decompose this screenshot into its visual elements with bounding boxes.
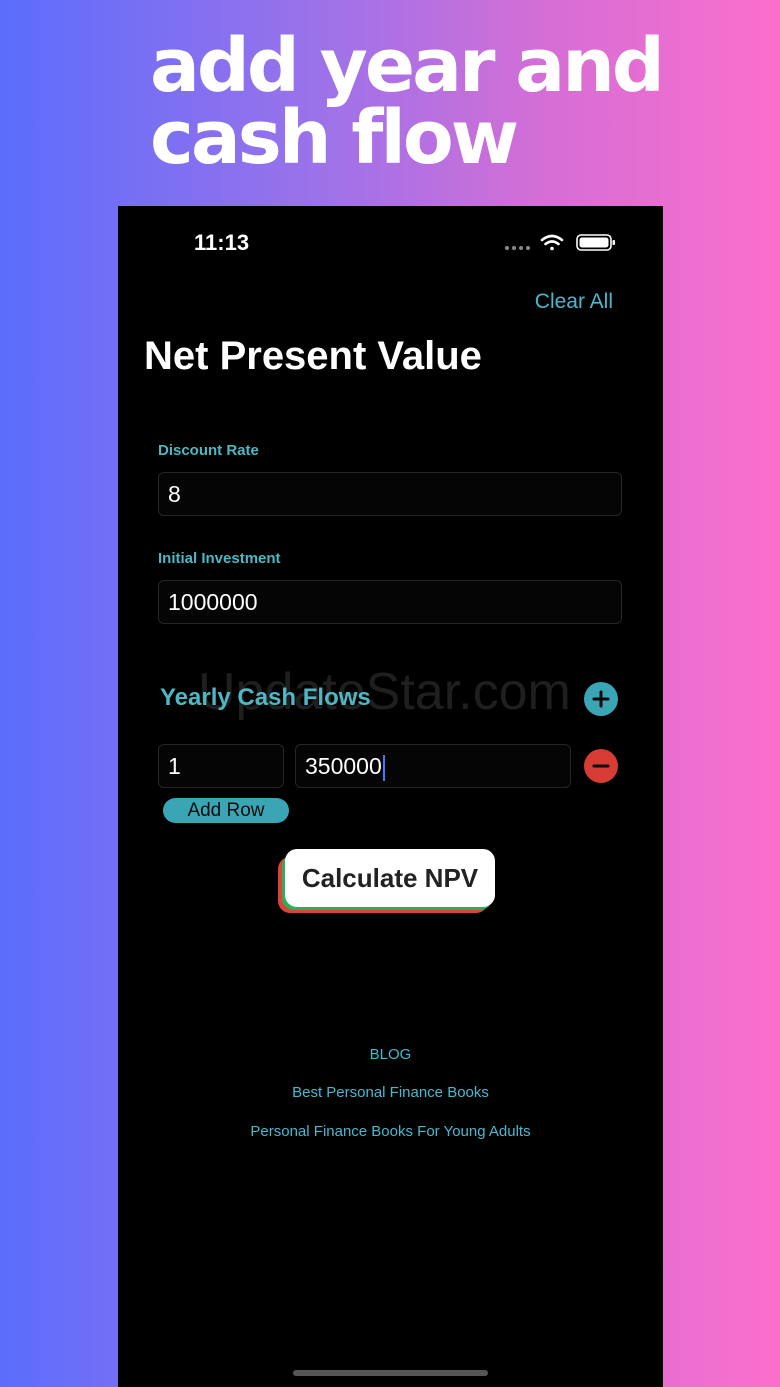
add-cash-flow-button[interactable] [584,682,618,716]
link-personal-finance-books-young-adults[interactable]: Personal Finance Books For Young Adults [118,1123,663,1140]
calculate-npv-button[interactable]: Calculate NPV [285,849,495,907]
discount-rate-value: 8 [168,481,181,507]
status-time: 11:13 [194,230,250,255]
phone-screen: 11:13 Clear All Net Present Value Discou… [118,206,663,1387]
minus-icon [592,764,610,768]
home-indicator[interactable] [293,1370,488,1376]
promo-headline: add year and cash flow [150,23,750,181]
cash-flow-year-field[interactable]: 1 [158,744,284,788]
cash-flow-year-value: 1 [168,753,181,779]
discount-rate-label: Discount Rate [158,442,259,459]
cash-flow-amount-value: 350000 [305,753,385,781]
wifi-icon [540,234,564,251]
initial-investment-value: 1000000 [168,589,258,615]
promo-line-2: cash flow [150,95,519,181]
cash-flow-amount-field[interactable]: 350000 [295,744,571,788]
yearly-cash-flows-title: Yearly Cash Flows [160,684,371,711]
clear-all-button[interactable]: Clear All [535,290,613,314]
plus-icon [592,690,610,708]
remove-row-button[interactable] [584,749,618,783]
status-icons [504,232,616,258]
battery-icon [576,234,615,251]
page-title: Net Present Value [144,334,482,378]
add-row-button[interactable]: Add Row [163,798,289,823]
link-best-personal-finance-books[interactable]: Best Personal Finance Books [118,1084,663,1101]
link-blog[interactable]: BLOG [118,1046,663,1063]
discount-rate-field[interactable]: 8 [158,472,622,516]
initial-investment-label: Initial Investment [158,550,281,567]
promo-line-1: add year and [150,23,665,109]
text-cursor [382,754,385,781]
initial-investment-field[interactable]: 1000000 [158,580,622,624]
signal-dots-icon [505,246,530,250]
